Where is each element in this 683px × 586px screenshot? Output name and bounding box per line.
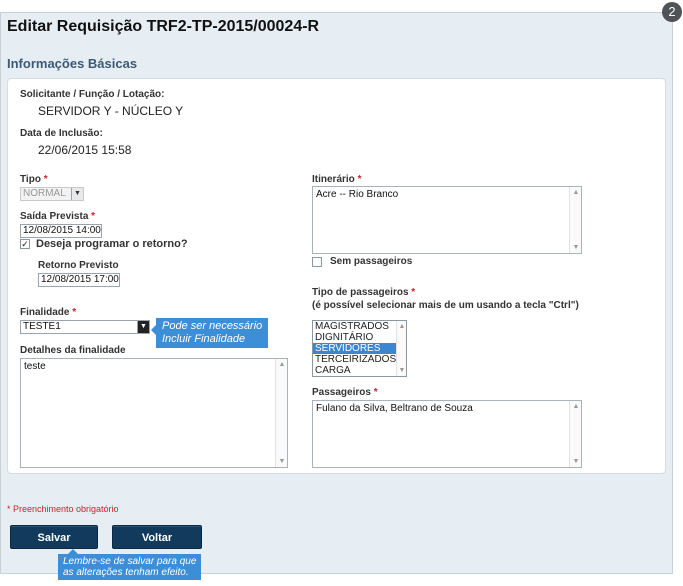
- scroll-down-icon: ▼: [398, 367, 406, 374]
- passageiros-label: Passageiros *: [312, 387, 378, 398]
- finalidade-label-text: Finalidade: [20, 307, 70, 318]
- tipo-passageiros-label: Tipo de passageiros *: [312, 287, 415, 298]
- finalidade-tooltip-line2: Incluir Finalidade: [162, 333, 246, 345]
- scroll-down-icon: ▼: [572, 244, 580, 251]
- saida-prevista-label-text: Saída Prevista: [20, 211, 89, 222]
- required-mark: *: [411, 287, 416, 298]
- sem-passageiros-checkbox[interactable]: [312, 257, 322, 267]
- saida-prevista-label: Saída Prevista *: [20, 211, 95, 222]
- tipo-selected-value: NORMAL: [23, 188, 66, 199]
- chevron-down-icon: ▼: [137, 321, 149, 333]
- detalhes-finalidade-value: teste: [24, 361, 46, 372]
- chevron-down-icon: ▼: [71, 188, 83, 200]
- step-badge: 2: [662, 2, 682, 22]
- itinerario-textarea[interactable]: Acre -- Rio Branco ▲ ▼: [312, 186, 582, 254]
- passageiros-value: Fulano da Silva, Beltrano de Souza: [316, 403, 473, 414]
- tipo-label: Tipo *: [20, 174, 48, 185]
- required-mark: *: [43, 174, 48, 185]
- scrollbar[interactable]: ▲ ▼: [396, 321, 406, 376]
- data-inclusao-label: Data de Inclusão:: [20, 128, 103, 139]
- itinerario-label-text: Itinerário: [312, 174, 355, 185]
- required-mark: *: [357, 174, 362, 185]
- detalhes-finalidade-label: Detalhes da finalidade: [20, 345, 126, 356]
- option-servidores[interactable]: SERVIDORES: [313, 343, 396, 354]
- retorno-previsto-label: Retorno Previsto: [38, 260, 119, 271]
- itinerario-label: Itinerário *: [312, 174, 361, 185]
- solicitante-label: Solicitante / Função / Lotação:: [20, 89, 165, 100]
- tipo-label-text: Tipo: [20, 174, 41, 185]
- page-title: Editar Requisição TRF2-TP-2015/00024-R: [7, 18, 320, 35]
- scroll-up-icon: ▲: [572, 189, 580, 196]
- tipo-passageiros-label-text: Tipo de passageiros: [312, 287, 409, 298]
- option-terceirizados[interactable]: TERCEIRIZADOS: [313, 354, 396, 365]
- option-dignitario[interactable]: DIGNITÁRIO: [313, 332, 396, 343]
- passageiros-label-text: Passageiros: [312, 387, 371, 398]
- finalidade-tooltip-line1: Pode ser necessário: [162, 320, 263, 332]
- finalidade-label: Finalidade *: [20, 307, 76, 318]
- section-title: Informações Básicas: [7, 56, 138, 71]
- data-inclusao-value: 22/06/2015 15:58: [38, 143, 132, 157]
- required-mark: *: [72, 307, 77, 318]
- scrollbar[interactable]: ▲ ▼: [569, 401, 581, 467]
- scroll-up-icon: ▲: [278, 361, 286, 368]
- detalhes-finalidade-textarea[interactable]: teste ▲ ▼: [20, 358, 288, 468]
- scroll-up-icon: ▲: [572, 403, 580, 410]
- solicitante-value: SERVIDOR Y - NÚCLEO Y: [38, 104, 184, 118]
- tipo-passageiros-hint: (é possível selecionar mais de um usando…: [312, 300, 579, 311]
- option-carga[interactable]: CARGA: [313, 365, 396, 376]
- programar-retorno-label: Deseja programar o retorno?: [36, 238, 188, 250]
- required-note: * Preenchimento obrigatório: [7, 504, 119, 514]
- passageiros-textarea[interactable]: Fulano da Silva, Beltrano de Souza ▲ ▼: [312, 400, 582, 468]
- scroll-down-icon: ▼: [572, 458, 580, 465]
- saida-prevista-input[interactable]: 12/08/2015 14:00: [20, 224, 102, 238]
- scrollbar[interactable]: ▲ ▼: [569, 187, 581, 253]
- finalidade-tooltip: Pode ser necessário Incluir Finalidade: [151, 318, 269, 348]
- save-tooltip-line1: Lembre-se de salvar para que: [63, 556, 197, 567]
- check-icon: ✓: [21, 239, 29, 249]
- finalidade-selected-value: TESTE1: [23, 321, 61, 332]
- tooltip-pointer: [151, 325, 156, 335]
- scroll-up-icon: ▲: [398, 323, 406, 330]
- retorno-previsto-input[interactable]: 12/08/2015 17:00: [38, 273, 120, 287]
- sem-passageiros-label: Sem passageiros: [330, 256, 413, 267]
- programar-retorno-checkbox[interactable]: ✓: [20, 239, 30, 249]
- scrollbar[interactable]: ▲ ▼: [275, 359, 287, 467]
- back-button[interactable]: Voltar: [112, 525, 202, 549]
- save-tooltip: Lembre-se de salvar para que as alteraçõ…: [58, 549, 202, 580]
- required-mark: *: [373, 387, 378, 398]
- finalidade-select[interactable]: TESTE1 ▼: [20, 320, 150, 334]
- required-mark: *: [91, 211, 96, 222]
- tooltip-pointer: [68, 549, 78, 554]
- tipo-passageiros-listbox[interactable]: MAGISTRADOS DIGNITÁRIO SERVIDORES TERCEI…: [312, 320, 407, 377]
- itinerario-value: Acre -- Rio Branco: [316, 189, 399, 200]
- tipo-select[interactable]: NORMAL ▼: [20, 187, 84, 201]
- option-magistrados[interactable]: MAGISTRADOS: [313, 321, 396, 332]
- save-button[interactable]: Salvar: [10, 525, 98, 549]
- scroll-down-icon: ▼: [278, 458, 286, 465]
- save-tooltip-line2: as alterações tenham efeito.: [63, 567, 189, 578]
